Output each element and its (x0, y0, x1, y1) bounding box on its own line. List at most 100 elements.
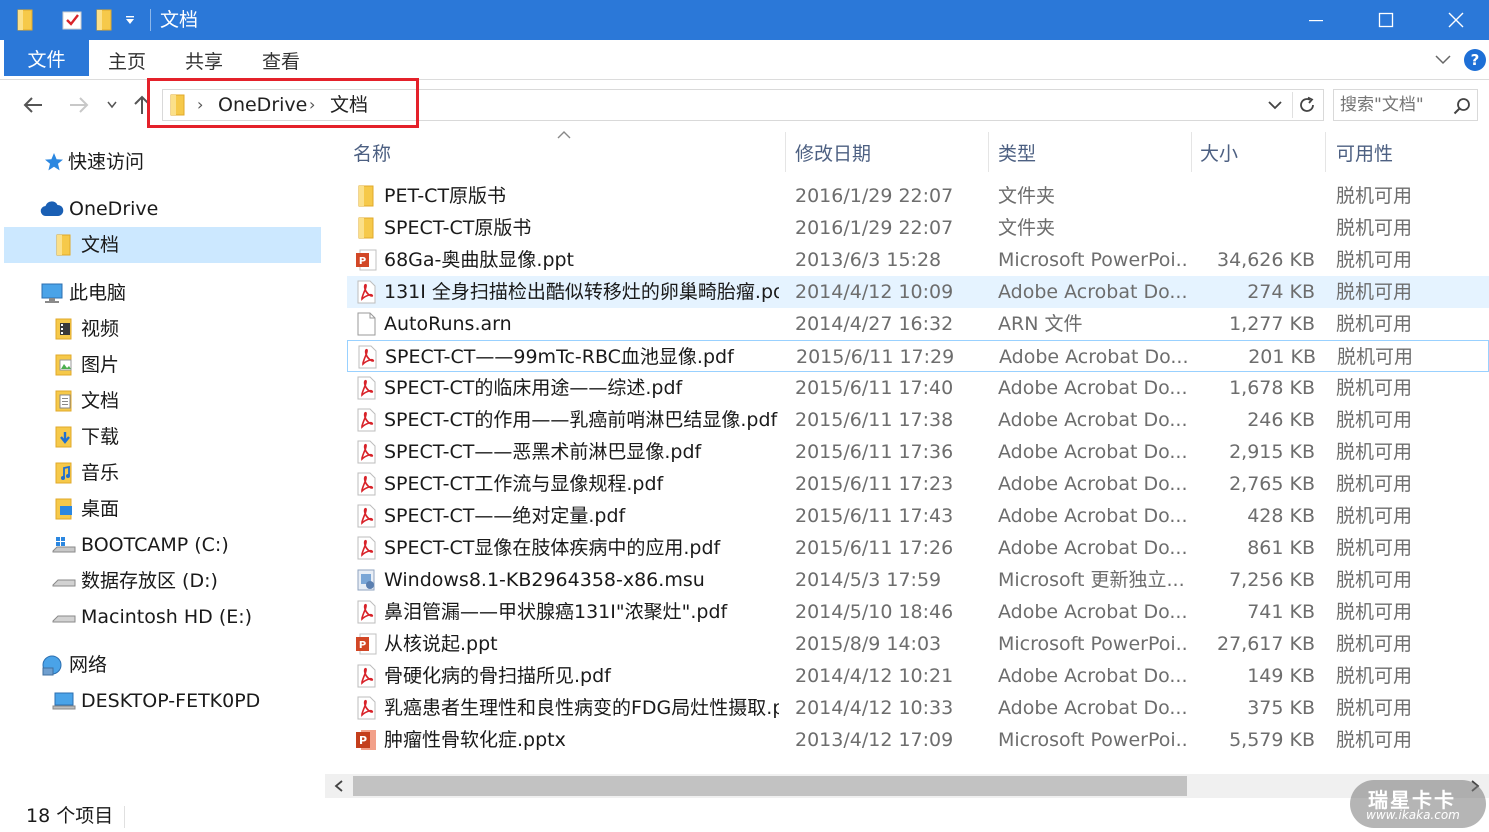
file-row[interactable]: PET-CT原版书 2016/1/29 22:07 文件夹 脱机可用 (347, 180, 1489, 212)
expand-ribbon-button[interactable] (1432, 50, 1454, 70)
file-row[interactable]: P 从核说起.ppt 2015/8/9 14:03 Microsoft PowerPo… (347, 628, 1489, 660)
music-folder-icon (52, 461, 76, 485)
file-name: 肿瘤性骨软化症.pptx (384, 729, 566, 751)
sidebar-item-onedrive-documents[interactable]: 文档 (4, 227, 321, 263)
sidebar-item-quick-access[interactable]: 快速访问 (4, 144, 321, 180)
file-type: Microsoft PowerPoi... (998, 633, 1188, 655)
file-availability: 脱机可用 (1336, 249, 1413, 271)
customize-quick-access-icon[interactable] (120, 7, 140, 33)
address-history-button[interactable] (1264, 93, 1286, 117)
file-type: Adobe Acrobat Do... (998, 537, 1188, 559)
item-count: 18 个项目 (26, 805, 114, 827)
file-row[interactable]: SPECT-CT——恶黑术前淋巴显像.pdf 2015/6/11 17:36 Ado… (347, 436, 1489, 468)
file-row[interactable]: 乳癌患者生理性和良性病变的FDG局灶性摄取.p... 2014/4/12 10:3… (347, 692, 1489, 724)
column-divider[interactable] (785, 132, 786, 172)
sidebar-item-downloads[interactable]: 下载 (4, 419, 321, 455)
file-row[interactable]: 131I 全身扫描检出酷似转移灶的卵巢畸胎瘤.pdf 2014/4/12 10:0… (347, 276, 1489, 308)
horizontal-scrollbar[interactable] (325, 774, 1489, 798)
column-divider[interactable] (1325, 132, 1326, 172)
file-row[interactable]: SPECT-CT——绝对定量.pdf 2015/6/11 17:43 Adobe A… (347, 500, 1489, 532)
file-name: AutoRuns.arn (384, 313, 512, 335)
tab-share[interactable]: 共享 (185, 40, 223, 80)
file-type: Microsoft PowerPoi... (998, 729, 1188, 751)
file-type: Adobe Acrobat Do... (998, 473, 1188, 495)
file-row[interactable]: SPECT-CT的作用——乳癌前哨淋巴结显像.pdf 2015/6/11 17:3… (347, 404, 1489, 436)
cloud-icon (40, 197, 64, 221)
sidebar-item-drive-d[interactable]: 数据存放区 (D:) (4, 563, 321, 599)
file-row[interactable]: P 68Ga-奥曲肽显像.ppt 2013/6/3 15:28 Microsoft P… (347, 244, 1489, 276)
chevron-down-icon (1435, 55, 1451, 65)
file-availability: 脱机可用 (1336, 217, 1413, 239)
chevron-left-icon (334, 780, 343, 792)
file-type: Adobe Acrobat Do... (998, 505, 1188, 527)
column-header-availability[interactable]: 可用性 (1336, 130, 1393, 174)
documents-folder-icon (52, 389, 76, 413)
watermark-logo: 瑞星卡卡 www.ikaka.com (1350, 780, 1486, 828)
pdf-icon (354, 280, 378, 304)
file-row[interactable]: SPECT-CT原版书 2016/1/29 22:07 文件夹 脱机可用 (347, 212, 1489, 244)
back-button[interactable] (20, 92, 46, 118)
sidebar-item-documents[interactable]: 文档 (4, 383, 321, 419)
pdf-icon (355, 345, 379, 369)
refresh-button[interactable] (1292, 92, 1320, 118)
file-name: 乳癌患者生理性和良性病变的FDG局灶性摄取.p... (384, 697, 779, 719)
file-row[interactable]: Windows8.1-KB2964358-x86.msu 2014/5/3 17:… (347, 564, 1489, 596)
minimize-icon (1309, 20, 1323, 22)
videos-folder-icon (52, 317, 76, 341)
column-header-type[interactable]: 类型 (998, 130, 1036, 174)
desktop-folder-icon (52, 497, 76, 521)
sidebar-item-pictures[interactable]: 图片 (4, 347, 321, 383)
file-modified-date: 2015/6/11 17:43 (795, 505, 954, 527)
file-row[interactable]: AutoRuns.arn 2014/4/27 16:32 ARN 文件 1,277 K… (347, 308, 1489, 340)
scroll-left-button[interactable] (327, 774, 351, 798)
search-box[interactable] (1333, 89, 1478, 121)
sidebar-item-network[interactable]: 网络 (4, 647, 321, 683)
file-name: PET-CT原版书 (384, 185, 507, 207)
column-header-name[interactable]: 名称 (353, 130, 391, 174)
search-icon[interactable] (1450, 94, 1474, 118)
file-row[interactable]: SPECT-CT——99mTc-RBC血池显像.pdf 2015/6/11 17:… (347, 340, 1489, 372)
tab-file[interactable]: 文件 (4, 40, 89, 76)
file-row[interactable]: SPECT-CT显像在肢体疾病中的应用.pdf 2015/6/11 17:26 Ad… (347, 532, 1489, 564)
file-row[interactable]: SPECT-CT工作流与显像规程.pdf 2015/6/11 17:23 Adobe… (347, 468, 1489, 500)
column-header-date[interactable]: 修改日期 (795, 130, 871, 174)
file-row[interactable]: P 肿瘤性骨软化症.pptx 2013/4/12 17:09 Microsoft Po… (347, 724, 1489, 756)
sidebar-item-this-pc[interactable]: 此电脑 (4, 275, 321, 311)
file-type: Microsoft 更新独立... (998, 569, 1185, 591)
maximize-button[interactable] (1351, 0, 1421, 40)
scrollbar-thumb[interactable] (353, 776, 1187, 796)
file-type: Adobe Acrobat Do... (998, 441, 1188, 463)
sidebar-item-desktop-computer[interactable]: DESKTOP-FETK0PD (4, 683, 321, 719)
sidebar-item-desktop[interactable]: 桌面 (4, 491, 321, 527)
column-divider[interactable] (1191, 132, 1192, 172)
file-row[interactable]: 鼻泪管漏——甲状腺癌131I"浓聚灶".pdf 2014/5/10 18:46 Ad… (347, 596, 1489, 628)
sidebar-item-music[interactable]: 音乐 (4, 455, 321, 491)
pdf-icon (354, 664, 378, 688)
sidebar-item-label: 快速访问 (68, 151, 145, 173)
recent-locations-button[interactable] (104, 92, 120, 118)
sidebar-item-drive-e[interactable]: Macintosh HD (E:) (4, 599, 321, 635)
forward-button[interactable] (66, 92, 92, 118)
properties-icon[interactable] (58, 7, 86, 33)
chevron-down-icon (107, 101, 117, 109)
close-button[interactable] (1421, 0, 1489, 40)
folder-icon (354, 216, 378, 240)
search-input[interactable] (1340, 93, 1448, 117)
file-modified-date: 2014/5/10 18:46 (795, 601, 954, 623)
sidebar-item-onedrive[interactable]: OneDrive (4, 191, 321, 227)
help-button[interactable]: ? (1464, 49, 1486, 71)
file-name: 从核说起.ppt (384, 633, 498, 655)
sidebar-item-videos[interactable]: 视频 (4, 311, 321, 347)
column-divider[interactable] (988, 132, 989, 172)
file-row[interactable]: 骨硬化病的骨扫描所见.pdf 2014/4/12 10:21 Adobe Acrob… (347, 660, 1489, 692)
new-folder-icon[interactable] (92, 7, 116, 33)
sidebar-item-drive-c[interactable]: BOOTCAMP (C:) (4, 527, 321, 563)
tab-view[interactable]: 查看 (262, 40, 300, 80)
column-header-size[interactable]: 大小 (1200, 130, 1238, 174)
file-size: 149 KB (1247, 665, 1315, 687)
file-modified-date: 2015/6/11 17:36 (795, 441, 954, 463)
tab-home[interactable]: 主页 (108, 40, 146, 80)
minimize-button[interactable] (1281, 0, 1351, 40)
file-availability: 脱机可用 (1336, 281, 1413, 303)
file-row[interactable]: SPECT-CT的临床用途——综述.pdf 2015/6/11 17:40 Adob… (347, 372, 1489, 404)
